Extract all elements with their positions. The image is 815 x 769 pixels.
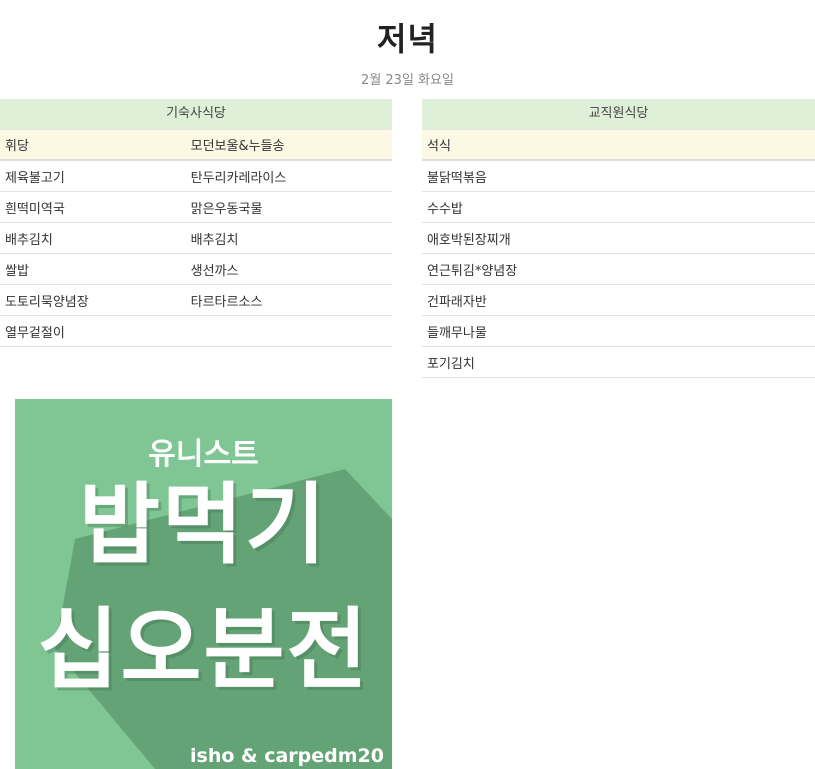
- menu-item: 쌀밥: [5, 263, 29, 279]
- menu-item: 도토리묵양념장: [5, 294, 89, 310]
- menu-item: 배추김치: [5, 232, 53, 248]
- menu-row: 제육불고기 탄두리카레라이스: [0, 161, 392, 192]
- menu-item: 흰떡미역국: [5, 201, 65, 217]
- menu-row: 들깨무나물: [422, 316, 815, 347]
- dormitory-column-headers: 휘당 모던보울&누들송: [0, 129, 392, 161]
- menu-item: 생선까스: [190, 263, 239, 279]
- menu-row: 건파래자반: [422, 285, 815, 316]
- menu-row: 배추김치 배추김치: [0, 223, 392, 254]
- menu-row: 흰떡미역국 맑은우동국물: [0, 192, 392, 223]
- menu-item: 애호박된장찌개: [427, 232, 511, 248]
- menu-item: 맑은우동국물: [190, 201, 263, 217]
- menu-item: 배추김치: [190, 232, 239, 248]
- menu-item: 탄두리카레라이스: [190, 170, 287, 186]
- menu-row: 연근튀김*양념장: [422, 254, 815, 285]
- menu-row: 열무겉절이: [0, 316, 392, 347]
- menu-row: 수수밥: [422, 192, 815, 223]
- column-header-modern-bowl: 모던보울&누들송: [190, 139, 285, 154]
- menu-item: 건파래자반: [427, 294, 487, 310]
- menu-item: 연근튀김*양념장: [427, 263, 518, 279]
- menu-row: 쌀밥 생선까스: [0, 254, 392, 285]
- menu-row: 불닭떡볶음: [422, 161, 815, 192]
- column-header-hwidang: 휘당: [5, 139, 29, 154]
- banner-credit: isho & carpedm20: [190, 745, 384, 767]
- menu-item: 수수밥: [427, 201, 463, 217]
- menu-row: 포기김치: [422, 347, 815, 378]
- menu-item: 들깨무나물: [427, 325, 487, 341]
- page-title: 저녁: [377, 20, 438, 58]
- menu-item: 열무겉절이: [5, 325, 65, 341]
- menu-item: 타르타르소스: [190, 294, 263, 310]
- menu-row: 애호박된장찌개: [422, 223, 815, 254]
- menu-row: 도토리묵양념장 타르타르소스: [0, 285, 392, 316]
- app-logo-banner: 유니스트 밥먹기 십오분전 isho & carpedm20: [15, 399, 392, 769]
- staff-cafeteria-panel: 교직원식당 석식 불닭떡볶음 수수밥 애호박된장찌개 연근튀김*양념장 건파래자…: [422, 99, 815, 378]
- dormitory-cafeteria-header: 기숙사식당: [0, 99, 392, 129]
- menu-item: 불닭떡볶음: [427, 170, 487, 186]
- banner-subtitle: 유니스트: [148, 437, 259, 472]
- banner-headline-line1: 밥먹기: [79, 473, 328, 576]
- dormitory-cafeteria-panel: 기숙사식당 휘당 모던보울&누들송 제육불고기 탄두리카레라이스 흰떡미역국 맑…: [0, 99, 392, 347]
- banner-headline-line2: 십오분전: [37, 598, 370, 701]
- date-label: 2월 23일 화요일: [361, 73, 454, 88]
- staff-column-headers: 석식: [422, 129, 815, 161]
- menu-item: 포기김치: [427, 356, 475, 372]
- menu-item: 제육불고기: [5, 170, 65, 186]
- staff-cafeteria-header: 교직원식당: [422, 99, 815, 129]
- column-header-dinner: 석식: [427, 139, 451, 154]
